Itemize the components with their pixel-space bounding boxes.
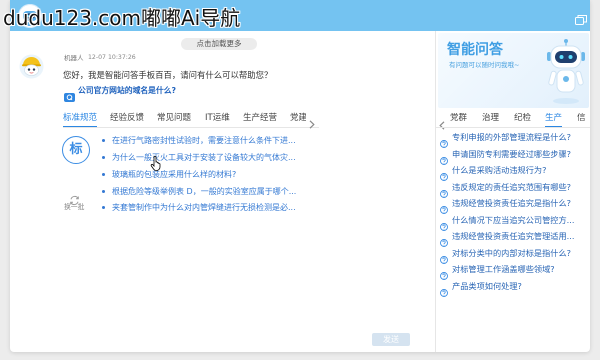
hot-question-item[interactable]: 对标分类中的内部对标是指什么? — [440, 244, 589, 264]
question-circle-icon — [440, 216, 448, 231]
panel-divider — [435, 31, 436, 352]
chevron-left-icon[interactable] — [439, 115, 445, 130]
tab-discipline-inspection[interactable]: 纪检 — [514, 113, 531, 127]
suggested-question-link[interactable]: 公司官方网站的域名是什么? — [64, 86, 176, 102]
robot-illustration — [544, 38, 588, 106]
tab-production-operations[interactable]: 生产经营 — [243, 112, 277, 127]
question-circle-icon — [440, 249, 448, 264]
question-circle-icon — [440, 133, 448, 148]
message-input[interactable] — [12, 296, 432, 328]
hot-question-item[interactable]: 产品类项如何处理? — [440, 277, 589, 297]
question-text[interactable]: 在进行气路密封性试验时，需要注意什么条件下进... — [112, 135, 296, 146]
hot-question-item[interactable]: 对标管理工作涵盖哪些领域? — [440, 261, 589, 280]
tab-experience-feedback[interactable]: 经验反馈 — [110, 112, 144, 127]
category-badge: 标 — [62, 136, 90, 164]
refresh-label: 换一批 — [64, 203, 85, 211]
hot-question-item[interactable]: 违规经营投资责任追究管理适用... — [440, 228, 589, 247]
banner-subtitle: 有问题可以随时问我哦~ — [449, 61, 520, 69]
question-circle-icon — [440, 232, 448, 247]
message-sender: 机器人 — [64, 54, 84, 62]
question-text[interactable]: 对标管理工作涵盖哪些领域? — [452, 263, 555, 275]
window-restore-icon[interactable] — [575, 10, 587, 25]
question-circle-icon — [440, 150, 448, 165]
question-bubble-icon — [64, 87, 75, 102]
hot-question-item[interactable]: 专利申报的外部管理流程是什么? — [440, 129, 589, 148]
bullet-dot — [102, 156, 105, 160]
tab-standards-specs[interactable]: 标准规范 — [63, 112, 98, 127]
bullet-dot — [102, 206, 105, 210]
suggested-question-item[interactable]: 夹套管制作中为什么对内管焊缝进行无损检测是必... — [102, 200, 318, 217]
hot-question-item[interactable]: 违规经营投资责任追究是指什么? — [440, 195, 589, 214]
watermark: dudu123.com嘟嘟Ai导航 — [3, 6, 241, 30]
suggested-question-item[interactable]: 在进行气路密封性试验时，需要注意什么条件下进... — [102, 133, 318, 150]
tab-party-building[interactable]: 党建 — [290, 112, 306, 127]
question-text[interactable]: 违规经营投资责任追究是指什么? — [452, 197, 571, 209]
greeting-message: 您好，我是智能问答手板百百，请问有什么可以帮助您？ — [63, 70, 273, 80]
question-text[interactable]: 什么情况下应当追究公司管控方... — [452, 214, 574, 226]
robot-hardhat-avatar-icon — [19, 54, 44, 79]
question-text[interactable]: 违反规定的责任追究范围有哪些? — [452, 181, 571, 193]
question-text[interactable]: 申请国防专利需要经过哪些步骤? — [452, 148, 571, 160]
hot-question-item[interactable]: 什么是采购活动违规行为? — [440, 162, 589, 181]
screen: 点击加载更多 机器人 12-07 10:37:26 您好，我是智能问答手板百百，… — [0, 0, 600, 360]
load-more-button[interactable]: 点击加载更多 — [181, 38, 257, 50]
tab-governance[interactable]: 治理 — [482, 113, 499, 127]
bullet-dot — [102, 189, 105, 193]
tab-info[interactable]: 信 — [577, 113, 586, 127]
suggested-question-item[interactable]: 玻璃瓶的包装应采用什么样的材料? — [102, 166, 318, 183]
refresh-batch-button[interactable]: 换一批 — [64, 191, 86, 215]
question-text[interactable]: 夹套管制作中为什么对内管焊缝进行无损检测是必... — [112, 202, 296, 213]
tabs-divider — [63, 127, 319, 128]
question-text[interactable]: 专利申报的外部管理流程是什么? — [452, 131, 571, 143]
question-circle-icon — [440, 183, 448, 198]
question-circle-icon — [440, 199, 448, 214]
suggested-question-item[interactable]: 根据危险等级举例表 D，一般的实验室应属于哪个... — [102, 183, 318, 200]
question-text[interactable]: 什么是采购活动违规行为? — [452, 164, 546, 176]
suggested-question-text[interactable]: 公司官方网站的域名是什么? — [78, 86, 176, 96]
tab-it-ops[interactable]: IT运维 — [205, 112, 230, 127]
question-circle-icon — [440, 166, 448, 181]
bullet-dot — [102, 139, 105, 143]
sidebar-category-tabs: 党群 治理 纪检 生产 信 — [448, 113, 590, 127]
chevron-right-icon[interactable] — [309, 114, 315, 129]
refresh-icon — [69, 191, 80, 206]
hot-question-item[interactable]: 违反规定的责任追究范围有哪些? — [440, 178, 589, 198]
hand-pointer-cursor — [150, 155, 162, 171]
question-text[interactable]: 为什么一般灭火工具对于安装了设备较大的气体灾... — [112, 152, 296, 163]
suggested-question-item[interactable]: 为什么一般灭火工具对于安装了设备较大的气体灾... — [102, 149, 318, 166]
suggested-question-list: 在进行气路密封性试验时，需要注意什么条件下进... 为什么一般灭火工具对于安装了… — [102, 133, 318, 217]
question-text[interactable]: 根据危险等级举例表 D，一般的实验室应属于哪个... — [112, 186, 296, 197]
question-circle-icon — [440, 282, 448, 297]
question-text[interactable]: 玻璃瓶的包装应采用什么样的材料? — [112, 169, 236, 180]
question-text[interactable]: 对标分类中的内部对标是指什么? — [452, 247, 571, 259]
question-text[interactable]: 违规经营投资责任追究管理适用... — [452, 230, 574, 242]
hot-question-item[interactable]: 什么情况下应当追究公司管控方... — [440, 211, 589, 231]
hot-question-item[interactable]: 申请国防专利需要经过哪些步骤? — [440, 145, 589, 165]
message-time: 12-07 10:37:26 — [88, 54, 136, 61]
hot-question-list: 专利申报的外部管理流程是什么? 申请国防专利需要经过哪些步骤? 什么是采购活动违规行… — [440, 129, 589, 297]
banner-title: 智能问答 — [447, 42, 503, 58]
tab-production[interactable]: 生产 — [545, 113, 563, 127]
bullet-dot — [102, 172, 105, 176]
tab-faq[interactable]: 常见问题 — [157, 112, 191, 127]
question-circle-icon — [440, 265, 448, 280]
category-tabs: 标准规范 经验反馈 常见问题 IT运维 生产经营 党建 — [63, 112, 306, 127]
send-button[interactable]: 发送 — [372, 333, 410, 346]
question-text[interactable]: 产品类项如何处理? — [452, 280, 522, 292]
tab-party-mass[interactable]: 党群 — [450, 113, 467, 127]
